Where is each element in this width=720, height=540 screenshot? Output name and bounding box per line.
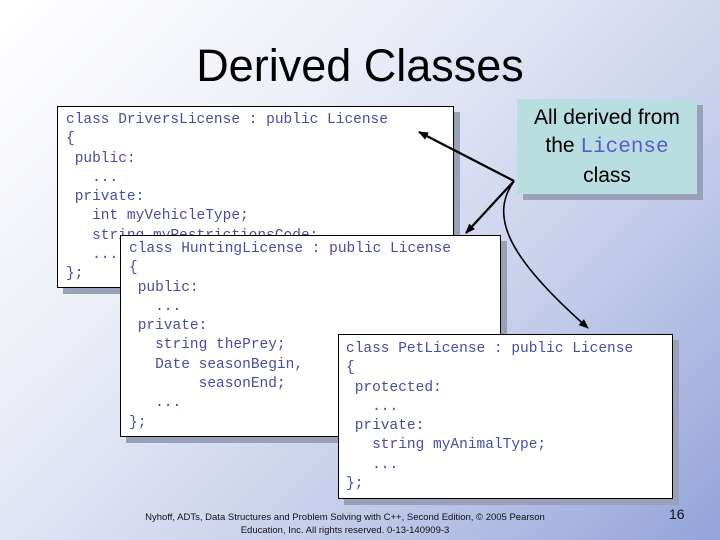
footer-line-1: Nyhoff, ADTs, Data Structures and Proble…	[145, 512, 545, 523]
callout-line-1: All derived from	[534, 106, 680, 129]
pet-license-code-box: class PetLicense : public License { prot…	[338, 334, 673, 499]
page-number: 16	[669, 506, 685, 522]
slide-title: Derived Classes	[196, 40, 524, 91]
callout-line-2-prefix: the	[545, 134, 581, 157]
callout-line-3: class	[583, 164, 631, 187]
pet-license-code: class PetLicense : public License { prot…	[346, 341, 634, 493]
callout-box: All derived from the License class	[517, 99, 697, 194]
callout-license-code: License	[580, 136, 669, 159]
footer-copyright: Nyhoff, ADTs, Data Structures and Proble…	[105, 511, 585, 537]
footer-line-2: Education, Inc. All rights reserved. 0-1…	[240, 525, 450, 536]
arrow-to-hunting-license	[465, 180, 515, 234]
arrow-to-pet-license	[502, 180, 589, 329]
callout-line-2: the License	[517, 132, 697, 162]
